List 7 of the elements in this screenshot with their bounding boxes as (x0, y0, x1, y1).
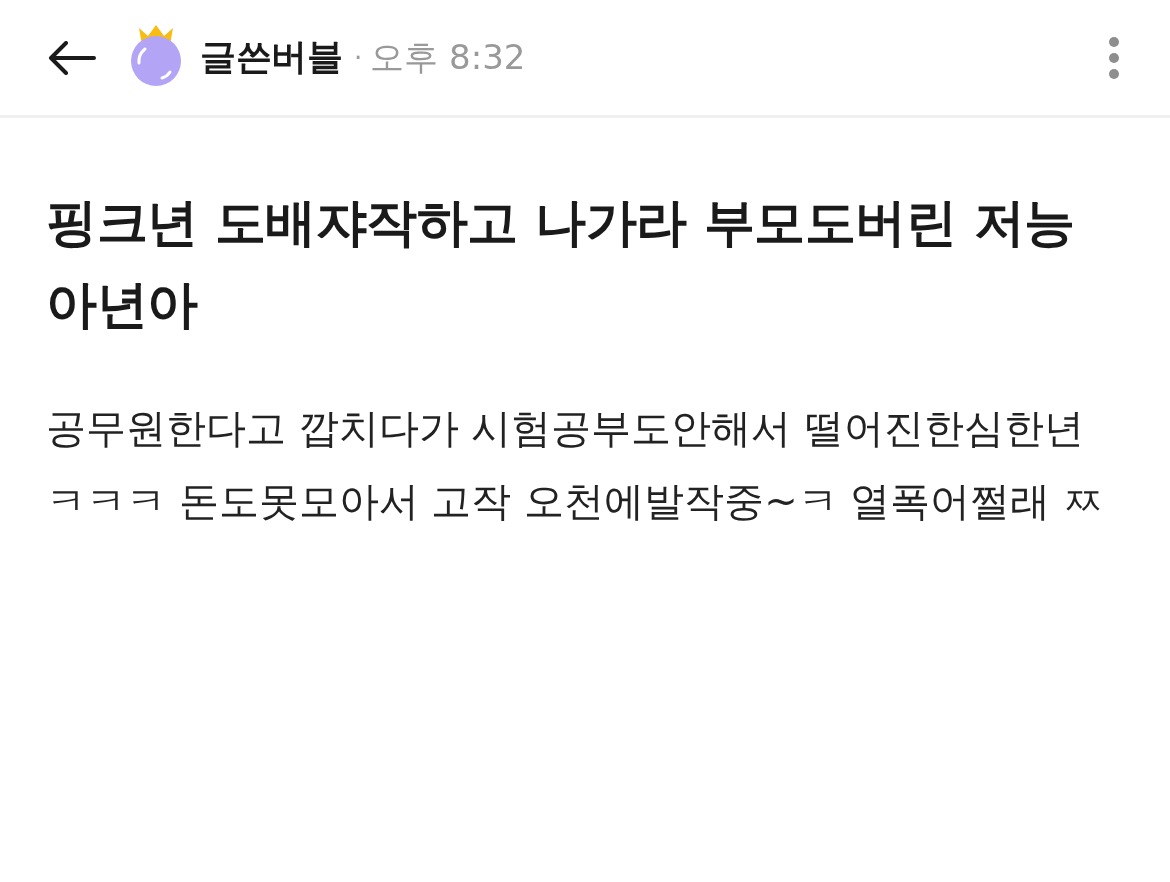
back-arrow-icon (48, 40, 96, 75)
post-time: 오후 8:32 (370, 35, 526, 79)
post-body: 공무원한다고 깝치다가 시험공부도안해서 떨어진한심한년 ㅋㅋㅋ 돈도못모아서 고작 오천에발작중~ㅋ 열폭어쩔래 ㅉ (46, 404, 1105, 526)
author-name: 글쓴버블 (200, 35, 342, 79)
more-menu-icon (1109, 36, 1119, 79)
separator-dot: · (354, 42, 363, 73)
post-title: 핑크년 도배쟈작하고 나가라 부모도버린 저능아년아 (46, 192, 1076, 336)
